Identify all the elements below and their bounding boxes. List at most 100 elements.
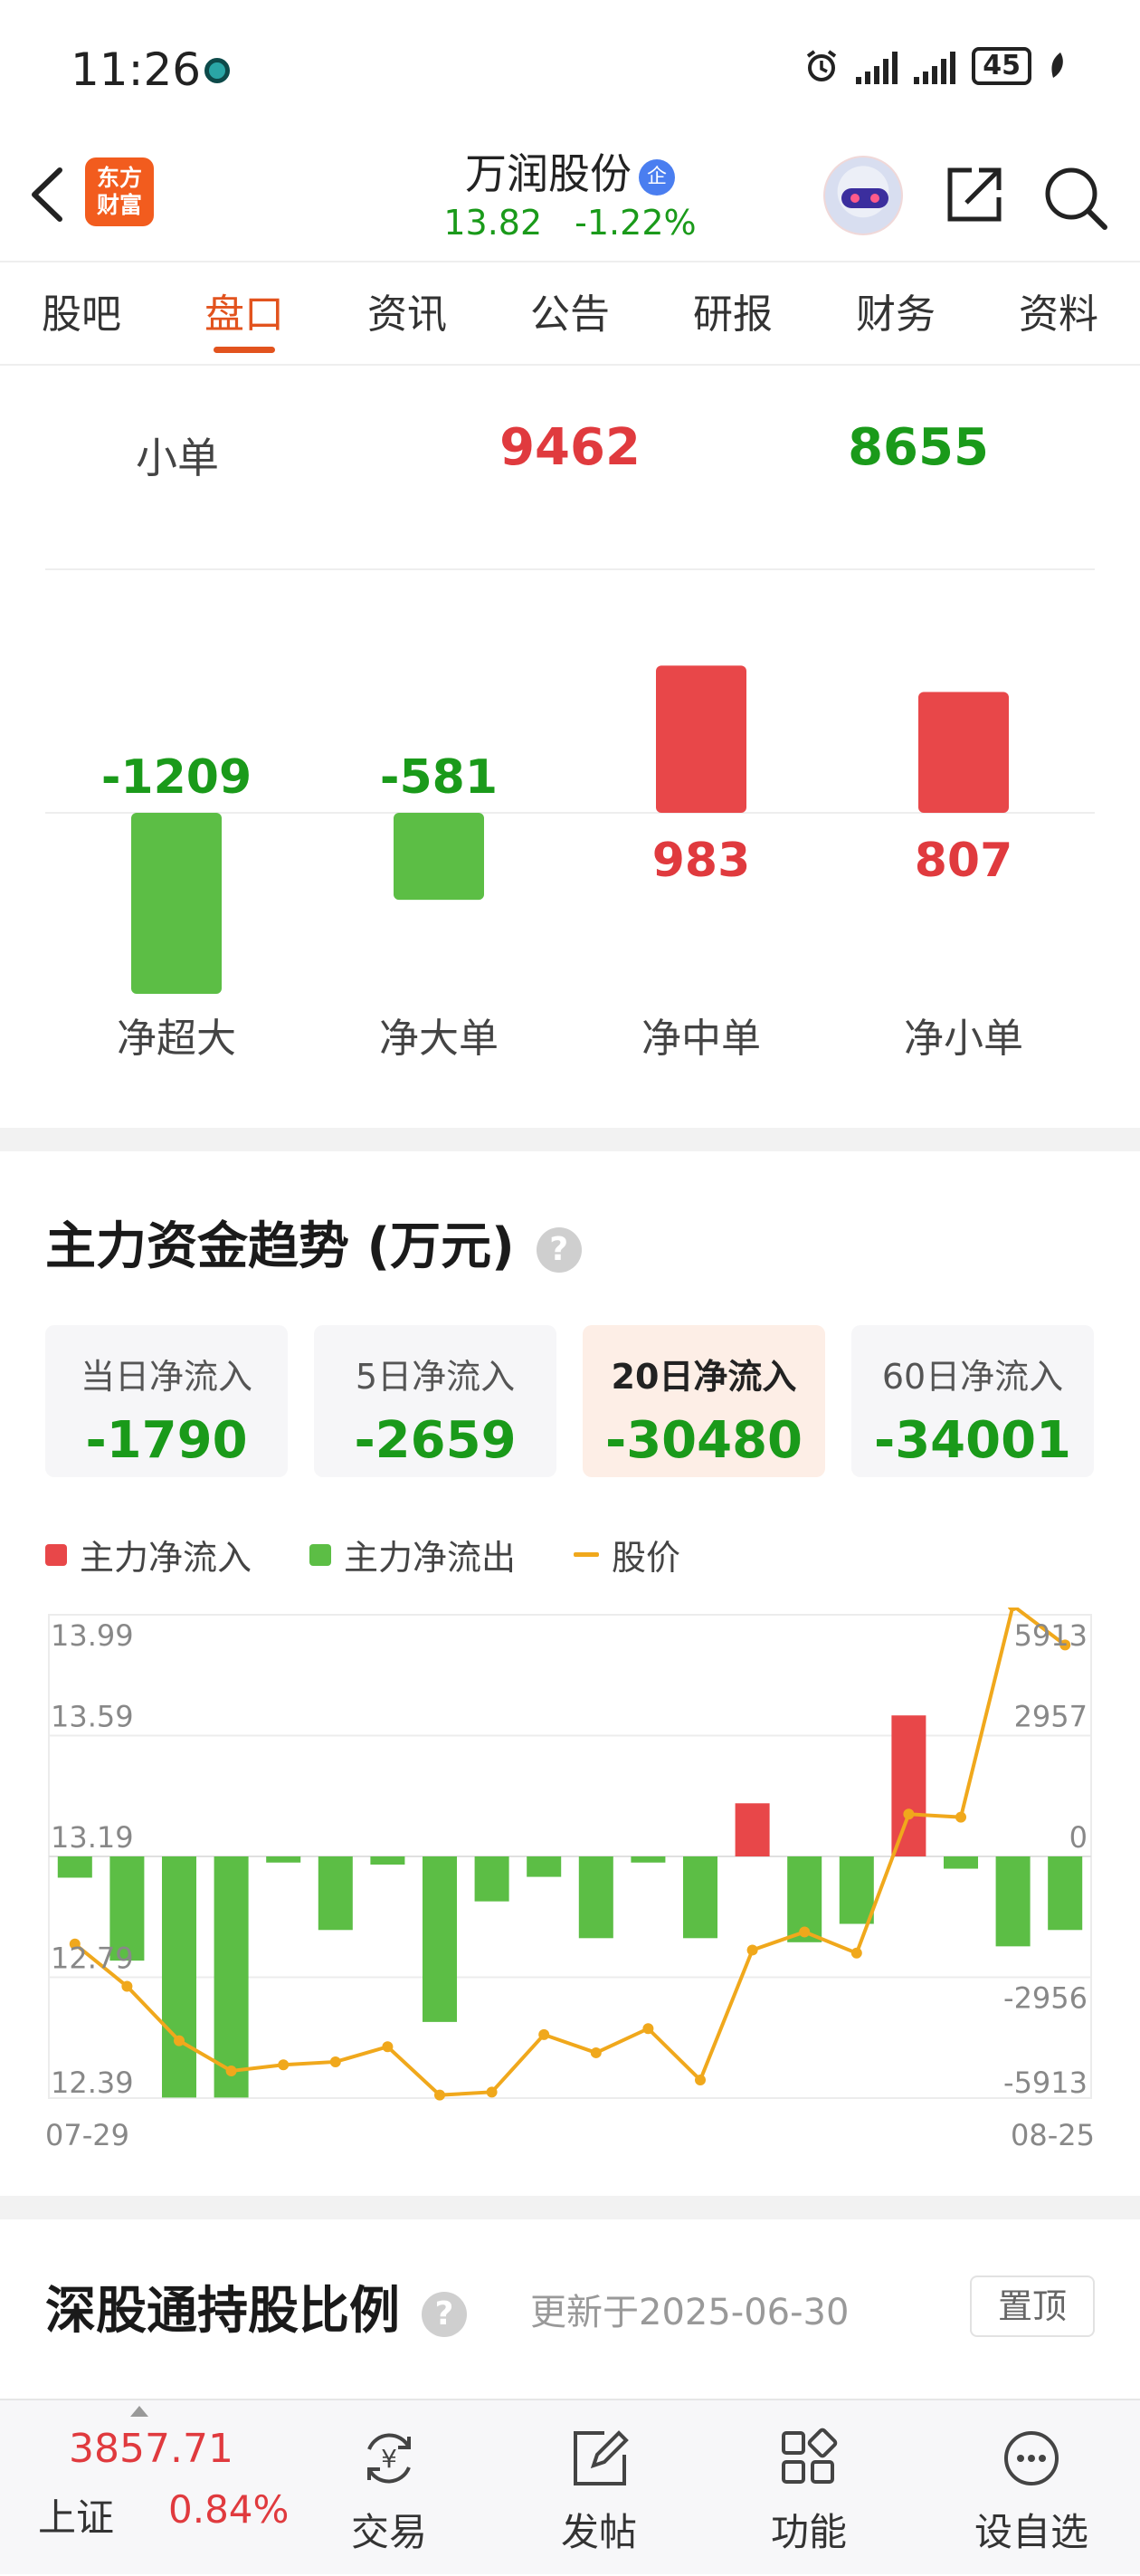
net-value-label: -1209 [101, 750, 252, 805]
flow-bar [214, 1856, 249, 2098]
price-point [746, 1944, 758, 1956]
grid-icon [782, 2428, 838, 2484]
tab-profile[interactable]: 资料 [977, 264, 1140, 364]
left-tick-label: 12.39 [51, 2066, 134, 2100]
left-tick-label: 13.59 [51, 1700, 134, 1734]
trade-icon: ¥ [367, 2433, 411, 2484]
price-point [225, 2065, 237, 2076]
right-tick-label: -5913 [1003, 2066, 1088, 2100]
help-icon[interactable]: ? [422, 2291, 467, 2337]
net-value-label: -581 [380, 750, 498, 805]
flow-bar [943, 1856, 979, 1869]
x-start-label: 07-29 [45, 2118, 129, 2152]
flow-bar [995, 1856, 1031, 1947]
tab-announcements[interactable]: 公告 [489, 264, 651, 364]
nav-label: 交易 [350, 2510, 427, 2554]
price-point [174, 2035, 185, 2046]
price-point [590, 2046, 602, 2058]
legend-inflow: 主力净流入 [45, 1530, 252, 1579]
legend-outflow: 主力净流出 [309, 1530, 516, 1579]
price-swatch [574, 1552, 600, 1557]
index-value[interactable]: 3857.71 [69, 2426, 233, 2472]
index-change[interactable]: 0.84% [168, 2487, 289, 2532]
nav-label: 设自选 [974, 2510, 1088, 2554]
holding-updated: 更新于2025-06-30 [530, 2292, 850, 2333]
caret-up-icon[interactable] [130, 2406, 148, 2417]
card-label: 5日净流入 [355, 1357, 516, 1397]
card-5day[interactable]: 5日净流入 -2659 [314, 1325, 556, 1477]
x-end-label: 08-25 [1011, 2118, 1095, 2152]
status-icons: 45 [803, 47, 1068, 85]
nav-trade[interactable]: ¥ 交易 [299, 2400, 480, 2576]
right-tick-label: -2956 [1003, 1981, 1088, 2016]
card-value: -34001 [873, 1411, 1072, 1470]
net-bar-3 [918, 692, 1009, 813]
stock-change: -1.22% [575, 203, 697, 243]
net-bar-2 [656, 665, 746, 813]
alarm-icon [807, 50, 837, 81]
flow-bar [631, 1856, 666, 1863]
price-point [695, 2074, 706, 2085]
card-60day[interactable]: 60日净流入 -34001 [851, 1325, 1094, 1477]
tab-news[interactable]: 资讯 [326, 264, 489, 364]
tab-finance[interactable]: 财务 [814, 264, 977, 364]
price-point [382, 2041, 394, 2053]
card-label: 60日净流入 [881, 1357, 1064, 1397]
holding-title-text: 深股通持股比例 [45, 2282, 400, 2341]
help-icon[interactable]: ? [536, 1226, 582, 1273]
flow-bar [839, 1856, 874, 1924]
camera-app-icon [204, 58, 230, 83]
chart-legend: 主力净流入 主力净流出 股价 [45, 1530, 680, 1579]
card-20day[interactable]: 20日净流入 -30480 [583, 1325, 825, 1477]
tab-research[interactable]: 研报 [651, 264, 814, 364]
card-label: 20日净流入 [611, 1357, 797, 1397]
leaf-icon [1051, 52, 1063, 78]
price-point [121, 1980, 133, 1992]
card-value: -30480 [604, 1411, 803, 1470]
flow-bar [527, 1856, 562, 1877]
card-value: -1790 [85, 1411, 248, 1470]
flow-bar [318, 1856, 353, 1931]
stock-price: 13.82 [443, 203, 543, 243]
card-value: -2659 [354, 1411, 517, 1470]
fund-trend-chart: 13.99 13.59 13.19 12.79 12.39 5913 2957 0 -2956 -… [45, 1608, 1095, 2152]
legend-price: 股价 [574, 1530, 680, 1579]
search-icon[interactable] [1040, 163, 1109, 232]
card-label: 当日净流入 [80, 1357, 252, 1397]
flow-bar [735, 1803, 770, 1856]
nav-functions[interactable]: 功能 [718, 2400, 899, 2576]
status-time: 11:26 [71, 43, 202, 96]
flow-bar [161, 1856, 197, 2098]
card-today[interactable]: 当日净流入 -1790 [45, 1325, 288, 1477]
enterprise-badge-icon: 企 [639, 158, 675, 196]
battery-icon: 45 [972, 47, 1031, 85]
net-value-label: 983 [652, 834, 751, 888]
nav-label: 发帖 [560, 2510, 637, 2554]
right-tick-label: 0 [1069, 1820, 1088, 1855]
nav-label: 功能 [770, 2510, 847, 2554]
edit-icon [574, 2430, 629, 2485]
pin-button[interactable]: 置顶 [970, 2275, 1095, 2337]
right-tick-label: 2957 [1014, 1700, 1088, 1734]
order-buy-value: 9462 [499, 418, 641, 477]
flow-bar [370, 1856, 405, 1865]
holding-title: 深股通持股比例? [45, 2270, 467, 2343]
nav-post[interactable]: 发帖 [508, 2400, 689, 2576]
robot-assistant-icon[interactable] [823, 156, 903, 235]
section-gap [0, 2196, 1140, 2219]
share-icon[interactable] [941, 163, 1006, 228]
price-point [538, 2028, 550, 2040]
index-name[interactable]: 上证 [38, 2487, 114, 2543]
tab-pankou[interactable]: 盘口 [163, 264, 326, 364]
tab-bar: 股吧 盘口 资讯 公告 研报 财务 资料 [0, 264, 1140, 366]
svg-text:¥: ¥ [381, 2444, 397, 2474]
nav-watchlist[interactable]: 设自选 [941, 2400, 1122, 2576]
price-point [850, 1947, 862, 1959]
tab-guba[interactable]: 股吧 [0, 264, 163, 364]
flow-bar [682, 1856, 718, 1939]
price-point [903, 1808, 915, 1820]
stock-name: 万润股份 [465, 149, 632, 198]
flow-bar [422, 1856, 458, 2022]
net-category-label: 净大单 [379, 1016, 499, 1062]
status-bar: 11:26 45 [0, 0, 1140, 136]
